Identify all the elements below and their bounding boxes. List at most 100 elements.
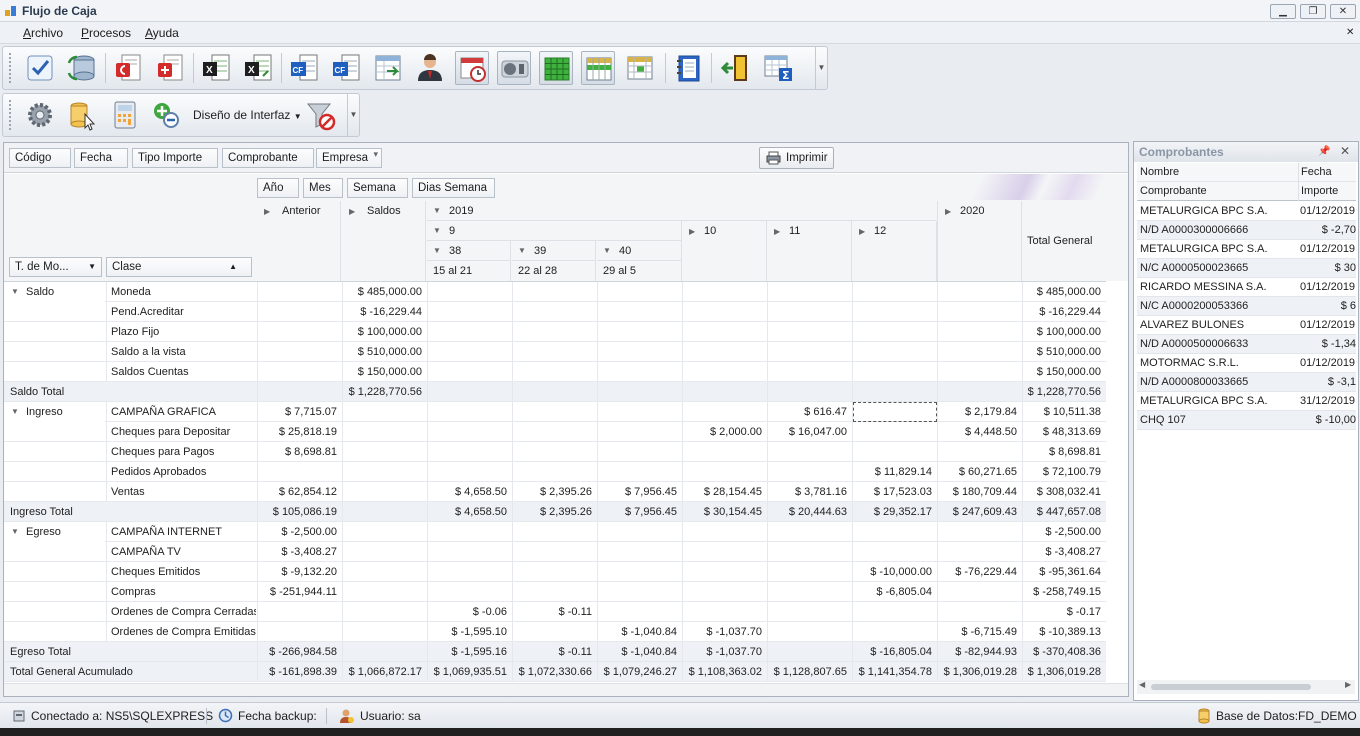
data-cell[interactable] <box>767 442 852 462</box>
column-field-semana[interactable]: Semana <box>347 178 408 198</box>
data-cell[interactable] <box>767 362 852 382</box>
data-cell[interactable]: $ 48,313.69 <box>1022 422 1106 442</box>
table-transfer-icon[interactable] <box>371 51 405 85</box>
data-cell[interactable]: $ 72,100.79 <box>1022 462 1106 482</box>
total-row-label[interactable]: Ingreso Total <box>6 502 254 522</box>
data-cell[interactable]: $ 485,000.00 <box>342 282 427 302</box>
data-cell[interactable]: $ 1,069,935.51 <box>427 662 512 682</box>
col-header-days-38[interactable]: 15 al 21 <box>427 261 511 281</box>
data-cell[interactable] <box>512 422 597 442</box>
menu-ayuda[interactable]: Ayuda <box>145 26 179 40</box>
data-cell[interactable] <box>767 642 852 662</box>
data-cell[interactable] <box>427 582 512 602</box>
data-cell[interactable] <box>427 322 512 342</box>
data-cell[interactable]: $ 16,047.00 <box>767 422 852 442</box>
data-cell[interactable] <box>937 282 1022 302</box>
data-cell[interactable]: $ -1,037.70 <box>682 622 767 642</box>
data-cell[interactable] <box>512 362 597 382</box>
data-cell[interactable] <box>342 542 427 562</box>
data-cell[interactable] <box>512 622 597 642</box>
notebook-icon[interactable] <box>671 51 705 85</box>
data-cell[interactable] <box>512 462 597 482</box>
col-header-total[interactable]: Total General <box>1022 201 1106 281</box>
scroll-thumb[interactable] <box>1151 684 1311 690</box>
data-cell[interactable] <box>597 522 682 542</box>
data-cell[interactable] <box>937 302 1022 322</box>
data-cell[interactable]: $ 150,000.00 <box>342 362 427 382</box>
data-cell[interactable]: $ -9,132.20 <box>257 562 342 582</box>
toolbar-overflow-icon[interactable]: ▼ <box>347 94 359 136</box>
calendar-clock-icon[interactable] <box>455 51 489 85</box>
data-cell[interactable] <box>852 362 937 382</box>
data-cell[interactable] <box>597 362 682 382</box>
collapse-icon[interactable]: ▼ <box>11 407 19 416</box>
data-cell[interactable] <box>682 342 767 362</box>
data-cell[interactable] <box>682 282 767 302</box>
data-cell[interactable] <box>682 462 767 482</box>
col-header-2019[interactable]: ▼ 2019 <box>427 201 936 221</box>
data-cell[interactable]: $ 3,781.16 <box>767 482 852 502</box>
col-header-days-39[interactable]: 22 al 28 <box>512 261 596 281</box>
data-cell[interactable] <box>937 322 1022 342</box>
data-cell[interactable] <box>682 442 767 462</box>
data-cell[interactable] <box>512 582 597 602</box>
grid-rows-icon[interactable] <box>581 51 615 85</box>
data-cell[interactable] <box>767 522 852 542</box>
grid-green-icon[interactable] <box>539 51 573 85</box>
row-header-clase[interactable]: Ordenes de Compra Cerradas <box>106 602 256 622</box>
table-sum-icon[interactable]: Σ <box>761 51 795 85</box>
col-header-saldos[interactable]: ▶ Saldos <box>342 201 426 281</box>
data-cell[interactable]: $ 28,154.45 <box>682 482 767 502</box>
data-cell[interactable]: $ 2,179.84 <box>937 402 1022 422</box>
data-cell[interactable] <box>427 422 512 442</box>
col-header-month-10[interactable]: ▶ 10 <box>682 221 767 281</box>
row-header-clase[interactable]: Plazo Fijo <box>106 322 256 342</box>
data-cell[interactable] <box>597 282 682 302</box>
data-cell[interactable] <box>682 382 767 402</box>
data-cell[interactable] <box>597 422 682 442</box>
data-cell[interactable]: $ -0.17 <box>1022 602 1106 622</box>
comprobantes-horizontal-scrollbar[interactable]: ◀ ▶ <box>1137 680 1355 694</box>
data-cell[interactable]: $ -16,229.44 <box>1022 302 1106 322</box>
data-cell[interactable]: $ -370,408.36 <box>1022 642 1106 662</box>
data-cell[interactable]: $ 11,829.14 <box>852 462 937 482</box>
data-cell[interactable]: $ -6,715.49 <box>937 622 1022 642</box>
expand-icon[interactable]: ▶ <box>349 207 355 216</box>
data-cell[interactable] <box>597 402 682 422</box>
data-cell[interactable] <box>512 382 597 402</box>
data-cell[interactable] <box>257 322 342 342</box>
column-field-mes[interactable]: Mes <box>303 178 343 198</box>
data-cell[interactable]: $ 60,271.65 <box>937 462 1022 482</box>
data-cell[interactable]: $ 447,657.08 <box>1022 502 1106 522</box>
add-remove-icon[interactable] <box>149 98 183 132</box>
data-cell[interactable] <box>937 582 1022 602</box>
row-header-clase[interactable]: CAMPAÑA INTERNET <box>106 522 256 542</box>
col-header-week-38[interactable]: ▼ 38 <box>427 241 511 261</box>
data-cell[interactable] <box>852 542 937 562</box>
data-cell[interactable]: $ 100,000.00 <box>1022 322 1106 342</box>
data-cell[interactable]: $ -76,229.44 <box>937 562 1022 582</box>
pin-icon[interactable]: 📌 <box>1318 146 1330 157</box>
data-cell[interactable] <box>512 322 597 342</box>
data-cell[interactable]: $ -95,361.64 <box>1022 562 1106 582</box>
mdi-close-icon[interactable]: ✕ <box>1346 27 1354 38</box>
data-cell[interactable]: $ 7,715.07 <box>257 402 342 422</box>
data-cell[interactable] <box>597 462 682 482</box>
data-cell[interactable] <box>427 402 512 422</box>
row-header-clase[interactable]: Cheques para Pagos <box>106 442 256 462</box>
data-cell[interactable]: $ 616.47 <box>767 402 852 422</box>
data-cell[interactable] <box>427 382 512 402</box>
data-cell[interactable]: $ -161,898.39 <box>257 662 342 682</box>
cheque-add-icon[interactable] <box>153 51 187 85</box>
comprobante-row[interactable]: ALVAREZ BULONES 01/12/2019 <box>1137 316 1356 335</box>
data-cell[interactable]: $ 1,228,770.56 <box>1022 382 1106 402</box>
data-cell[interactable] <box>937 342 1022 362</box>
row-header-clase[interactable]: Ventas <box>106 482 256 502</box>
header-comprobante[interactable]: Comprobante <box>1140 182 1298 201</box>
data-cell[interactable]: $ 8,698.81 <box>1022 442 1106 462</box>
data-cell[interactable]: $ -16,229.44 <box>342 302 427 322</box>
data-cell[interactable]: $ 1,141,354.78 <box>852 662 937 682</box>
data-cell[interactable]: $ 29,352.17 <box>852 502 937 522</box>
data-cell[interactable]: $ 2,395.26 <box>512 502 597 522</box>
row-header-clase[interactable]: CAMPAÑA TV <box>106 542 256 562</box>
